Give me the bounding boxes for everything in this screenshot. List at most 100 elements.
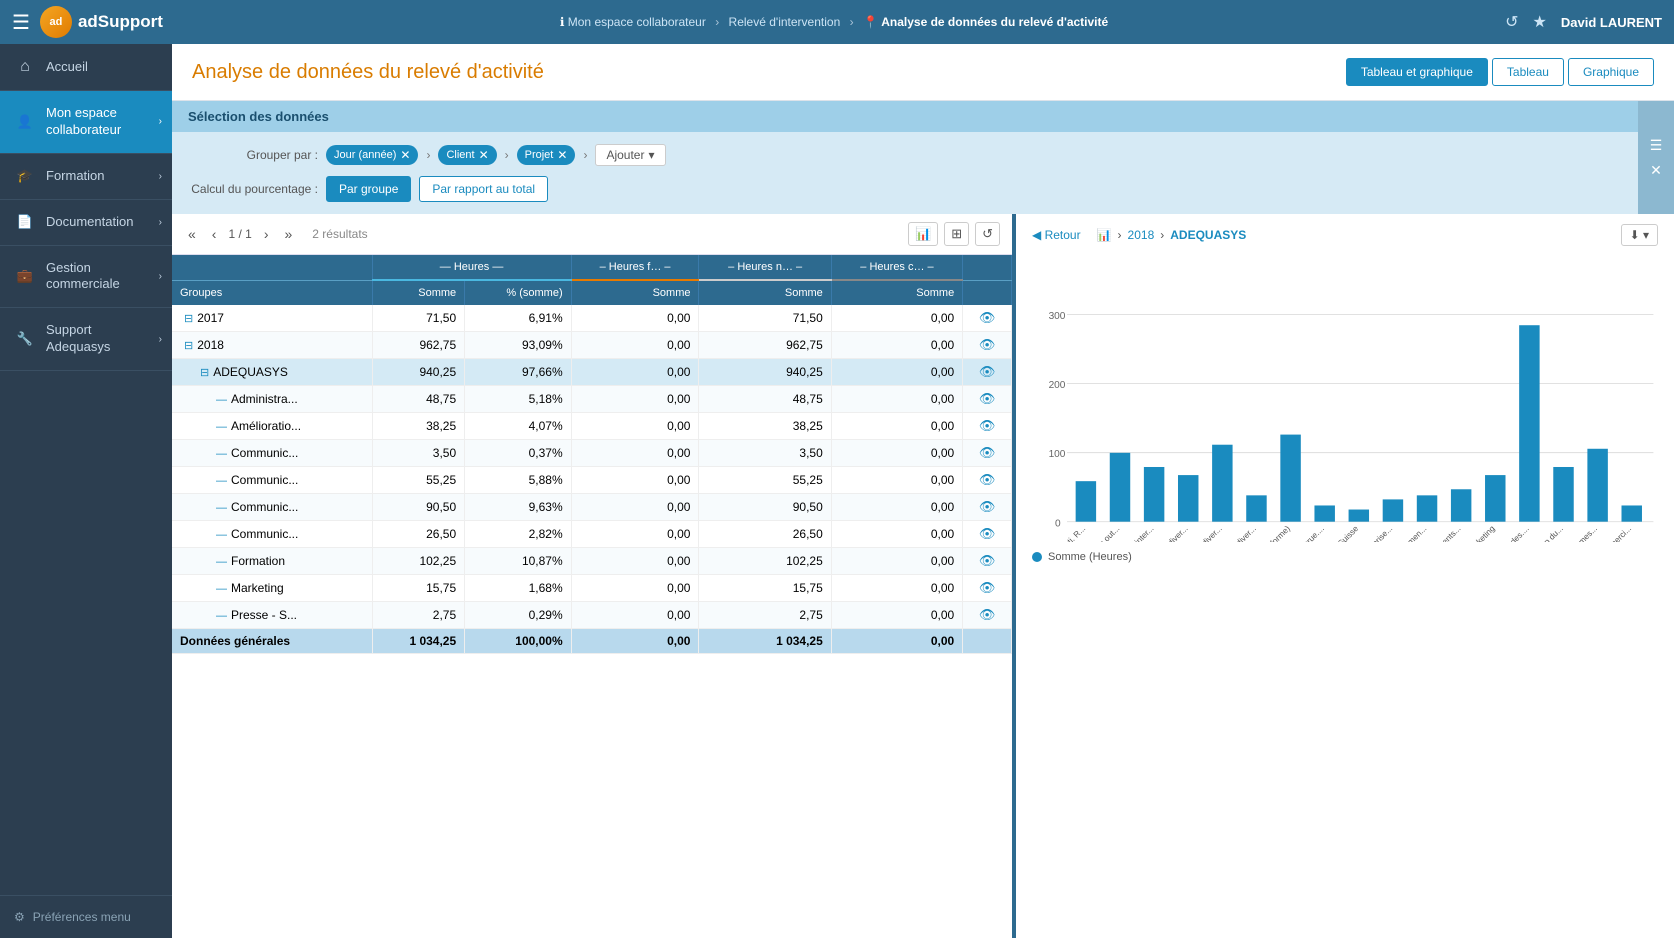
bar-rect[interactable]	[1622, 505, 1642, 521]
eye-icon[interactable]: 👁	[979, 418, 996, 433]
expand-icon[interactable]: —	[216, 502, 227, 514]
chip-client-remove[interactable]: ✕	[479, 148, 489, 162]
eye-icon[interactable]: 👁	[979, 580, 996, 595]
sidebar-label-accueil: Accueil	[46, 59, 158, 76]
add-group-button[interactable]: Ajouter ▾	[595, 144, 665, 166]
cell-eye[interactable]: 👁	[963, 386, 1012, 413]
table-row: —Presse - S... 2,75 0,29% 0,00 2,75 0,00…	[172, 602, 1012, 629]
filter-collapse-icon[interactable]: ✕	[1650, 162, 1662, 179]
bar-rect[interactable]	[1110, 453, 1130, 522]
chevron-right-icon-5: ›	[159, 334, 162, 345]
bar-rect[interactable]	[1519, 325, 1539, 521]
preferences-menu[interactable]: ⚙ Préférences menu	[0, 895, 172, 938]
breadcrumb-step2[interactable]: Relevé d'intervention	[729, 15, 841, 29]
cell-somme1: 55,25	[372, 467, 465, 494]
refresh-table-button[interactable]: ↺	[975, 222, 1000, 246]
breadcrumb-sep-chart1: ›	[1118, 228, 1122, 242]
bar-rect[interactable]	[1553, 467, 1573, 522]
bar-rect[interactable]	[1451, 489, 1471, 521]
eye-icon[interactable]: 👁	[979, 337, 996, 352]
bar-rect[interactable]	[1246, 495, 1266, 521]
bar-chart-svg: 0 100 200 300 Administrati. R...Améliora…	[1032, 262, 1658, 542]
breadcrumb-step1[interactable]: Mon espace collaborateur	[568, 15, 706, 29]
sidebar-item-mon-espace[interactable]: 👤 Mon espace collaborateur ›	[0, 91, 172, 154]
cell-eye[interactable]: 👁	[963, 602, 1012, 629]
bar-rect[interactable]	[1485, 475, 1505, 522]
cell-eye[interactable]: 👁	[963, 359, 1012, 386]
expand-icon[interactable]: —	[216, 394, 227, 406]
next-page-button[interactable]: ›	[260, 224, 273, 244]
chip-projet-remove[interactable]: ✕	[557, 148, 567, 162]
expand-icon[interactable]: ⊟	[184, 313, 193, 325]
bar-rect[interactable]	[1587, 449, 1607, 522]
expand-icon[interactable]: ⊟	[200, 367, 209, 379]
eye-icon[interactable]: 👁	[979, 391, 996, 406]
filter-icon[interactable]: ☰	[1650, 137, 1663, 154]
bar-rect[interactable]	[1349, 510, 1369, 522]
cell-eye[interactable]: 👁	[963, 521, 1012, 548]
cell-eye[interactable]: 👁	[963, 305, 1012, 332]
bar-rect[interactable]	[1144, 467, 1164, 522]
expand-icon[interactable]: —	[216, 556, 227, 568]
cell-eye[interactable]: 👁	[963, 467, 1012, 494]
eye-icon[interactable]: 👁	[979, 526, 996, 541]
cell-eye[interactable]: 👁	[963, 332, 1012, 359]
pct-btn-group[interactable]: Par groupe	[326, 176, 411, 202]
bar-rect[interactable]	[1178, 475, 1198, 522]
eye-icon[interactable]: 👁	[979, 310, 996, 325]
sidebar-item-formation[interactable]: 🎓 Formation ›	[0, 154, 172, 200]
sidebar-item-documentation[interactable]: 📄 Documentation ›	[0, 200, 172, 246]
chip-projet[interactable]: Projet ✕	[517, 145, 576, 165]
eye-icon[interactable]: 👁	[979, 472, 996, 487]
eye-icon[interactable]: 👁	[979, 607, 996, 622]
last-page-button[interactable]: »	[281, 224, 297, 244]
chip-jour-remove[interactable]: ✕	[400, 148, 410, 162]
expand-icon[interactable]: ⊟	[184, 340, 193, 352]
table-scroll[interactable]: — Heures — – Heures f… – – Heures n… – –…	[172, 255, 1012, 938]
eye-icon[interactable]: 👁	[979, 445, 996, 460]
bar-rect[interactable]	[1076, 481, 1096, 522]
columns-button[interactable]: ⊞	[944, 222, 969, 246]
bar-rect[interactable]	[1212, 445, 1232, 522]
bar-rect[interactable]	[1417, 495, 1437, 521]
first-page-button[interactable]: «	[184, 224, 200, 244]
chart-year[interactable]: 2018	[1128, 228, 1155, 242]
refresh-icon[interactable]: ↺	[1505, 12, 1518, 32]
eye-icon[interactable]: 👁	[979, 364, 996, 379]
prev-page-button[interactable]: ‹	[208, 224, 221, 244]
cell-eye[interactable]: 👁	[963, 440, 1012, 467]
cell-eye[interactable]: 👁	[963, 494, 1012, 521]
cell-eye[interactable]: 👁	[963, 548, 1012, 575]
chip-client[interactable]: Client ✕	[438, 145, 496, 165]
tab-graphique[interactable]: Graphique	[1568, 58, 1654, 86]
expand-icon[interactable]: —	[216, 448, 227, 460]
chart-client[interactable]: ADEQUASYS	[1170, 228, 1246, 242]
tab-tableau-graphique[interactable]: Tableau et graphique	[1346, 58, 1488, 86]
bar-rect[interactable]	[1280, 435, 1300, 522]
eye-icon[interactable]: 👁	[979, 553, 996, 568]
chart-back-button[interactable]: ◀ Retour	[1032, 228, 1081, 242]
chip-jour[interactable]: Jour (année) ✕	[326, 145, 418, 165]
export-excel-button[interactable]: 📊	[908, 222, 938, 246]
expand-icon[interactable]: —	[216, 529, 227, 541]
sidebar-item-accueil[interactable]: ⌂ Accueil	[0, 44, 172, 91]
expand-icon[interactable]: —	[216, 475, 227, 487]
sidebar-label-formation: Formation	[46, 168, 158, 185]
cell-eye[interactable]: 👁	[963, 575, 1012, 602]
expand-icon[interactable]: —	[216, 583, 227, 595]
sidebar-item-gestion[interactable]: 💼 Gestion commerciale ›	[0, 246, 172, 309]
chart-download-button[interactable]: ⬇ ▾	[1621, 224, 1658, 246]
tab-tableau[interactable]: Tableau	[1492, 58, 1564, 86]
th-empty	[172, 255, 372, 280]
expand-icon[interactable]: —	[216, 421, 227, 433]
pct-btn-total[interactable]: Par rapport au total	[419, 176, 548, 202]
bar-rect[interactable]	[1383, 499, 1403, 521]
sidebar-item-support[interactable]: 🔧 Support Adequasys ›	[0, 308, 172, 371]
eye-icon[interactable]: 👁	[979, 499, 996, 514]
sidebar-label-gestion: Gestion commerciale	[46, 260, 158, 294]
cell-eye[interactable]: 👁	[963, 413, 1012, 440]
expand-icon[interactable]: —	[216, 610, 227, 622]
bar-rect[interactable]	[1314, 505, 1334, 521]
menu-icon[interactable]: ☰	[12, 10, 30, 35]
star-icon[interactable]: ★	[1533, 12, 1547, 32]
